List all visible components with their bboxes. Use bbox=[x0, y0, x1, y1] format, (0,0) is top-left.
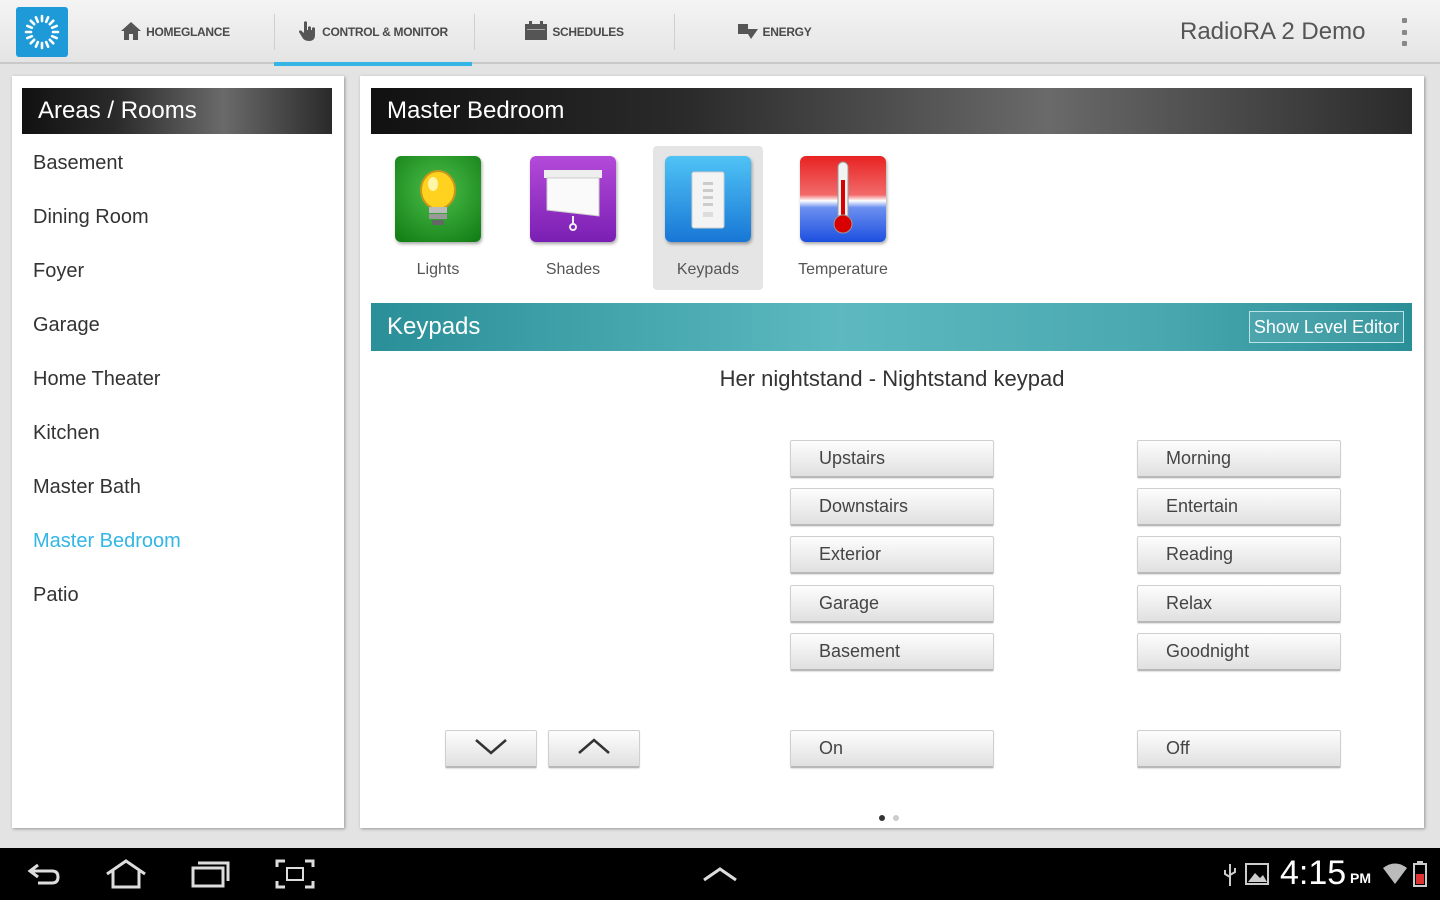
energy-icon bbox=[737, 22, 759, 43]
tab-homeglance[interactable]: HOMEGLANCE bbox=[76, 0, 274, 64]
show-level-editor-button[interactable]: Show Level Editor bbox=[1248, 311, 1404, 343]
category-temperature[interactable]: Temperature bbox=[788, 146, 898, 290]
gallery-icon bbox=[1244, 862, 1270, 891]
keypad-button-exterior[interactable]: Exterior bbox=[790, 536, 994, 574]
keypad-button-entertain[interactable]: Entertain bbox=[1137, 488, 1341, 526]
category-label: Shades bbox=[545, 261, 601, 278]
status-clock: 4:15 bbox=[1280, 854, 1347, 892]
keypad-button-goodnight[interactable]: Goodnight bbox=[1137, 633, 1341, 671]
home-icon[interactable] bbox=[96, 856, 156, 892]
keypad-button-morning[interactable]: Morning bbox=[1137, 440, 1341, 478]
wifi-icon bbox=[1382, 862, 1408, 891]
tab-label: ENERGY bbox=[762, 25, 812, 39]
room-item-garage[interactable]: Garage bbox=[33, 305, 323, 345]
keypad-button-reading[interactable]: Reading bbox=[1137, 536, 1341, 574]
keypads-section-header: Keypads Show Level Editor bbox=[371, 303, 1412, 351]
keypad-name: Her nightstand - Nightstand keypad bbox=[719, 366, 1065, 391]
app-title: RadioRA 2 Demo bbox=[1180, 18, 1366, 45]
keypad-icon bbox=[665, 156, 751, 242]
keypad-button-basement[interactable]: Basement bbox=[790, 633, 994, 671]
room-item-home-theater[interactable]: Home Theater bbox=[33, 359, 323, 399]
overflow-menu-icon[interactable] bbox=[1398, 18, 1410, 46]
page-dot bbox=[893, 815, 899, 821]
category-label: Temperature bbox=[798, 261, 888, 278]
calendar-icon bbox=[524, 20, 548, 44]
keypad-button-garage[interactable]: Garage bbox=[790, 585, 994, 623]
category-label: Keypads bbox=[676, 261, 740, 278]
room-item-master-bath[interactable]: Master Bath bbox=[33, 467, 323, 507]
section-title: Keypads bbox=[387, 313, 481, 340]
tab-schedules[interactable]: SCHEDULES bbox=[474, 0, 674, 64]
lower-button[interactable] bbox=[445, 730, 537, 768]
chevron-up-icon bbox=[576, 736, 612, 761]
page-indicator bbox=[879, 815, 899, 821]
lightbulb-icon bbox=[395, 156, 481, 242]
category-lights[interactable]: Lights bbox=[383, 146, 493, 290]
off-button[interactable]: Off bbox=[1137, 730, 1341, 768]
room-item-dining-room[interactable]: Dining Room bbox=[33, 197, 323, 237]
hand-pointer-icon bbox=[298, 20, 318, 45]
action-bar: HOMEGLANCE CONTROL & MONITOR SCHEDULES E… bbox=[0, 0, 1440, 66]
tab-control-monitor[interactable]: CONTROL & MONITOR bbox=[274, 0, 472, 66]
shade-icon bbox=[530, 156, 616, 242]
raise-button[interactable] bbox=[548, 730, 640, 768]
tab-label: CONTROL & MONITOR bbox=[322, 25, 448, 39]
usb-icon bbox=[1222, 862, 1238, 893]
status-ampm: PM bbox=[1350, 870, 1371, 886]
tab-energy[interactable]: ENERGY bbox=[674, 0, 874, 64]
sunburst-logo-icon[interactable] bbox=[16, 7, 68, 57]
room-title: Master Bedroom bbox=[371, 88, 1412, 134]
keypad-button-upstairs[interactable]: Upstairs bbox=[790, 440, 994, 478]
room-item-master-bedroom[interactable]: Master Bedroom bbox=[33, 521, 323, 561]
chevron-up-icon[interactable] bbox=[690, 856, 750, 892]
room-item-kitchen[interactable]: Kitchen bbox=[33, 413, 323, 453]
battery-icon bbox=[1412, 860, 1428, 893]
category-shades[interactable]: Shades bbox=[518, 146, 628, 290]
home-icon bbox=[120, 21, 142, 44]
screenshot-icon[interactable] bbox=[265, 856, 325, 892]
tab-label: HOMEGLANCE bbox=[146, 25, 230, 39]
room-item-foyer[interactable]: Foyer bbox=[33, 251, 323, 291]
on-button[interactable]: On bbox=[790, 730, 994, 768]
room-item-basement[interactable]: Basement bbox=[33, 143, 323, 183]
keypad-button-relax[interactable]: Relax bbox=[1137, 585, 1341, 623]
thermometer-icon bbox=[800, 156, 886, 242]
room-item-patio[interactable]: Patio bbox=[33, 575, 323, 615]
page-dot-active bbox=[879, 815, 885, 821]
system-navigation-bar: 4:15 PM bbox=[0, 848, 1440, 900]
areas-rooms-panel: Areas / Rooms Basement Dining Room Foyer… bbox=[12, 76, 344, 828]
room-control-panel: Master Bedroom Lights Shades Keypads Tem… bbox=[360, 76, 1424, 828]
chevron-down-icon bbox=[473, 736, 509, 761]
category-keypads[interactable]: Keypads bbox=[653, 146, 763, 290]
category-label: Lights bbox=[416, 261, 460, 278]
keypad-button-downstairs[interactable]: Downstairs bbox=[790, 488, 994, 526]
tab-label: SCHEDULES bbox=[552, 25, 624, 39]
recent-apps-icon[interactable] bbox=[180, 856, 240, 892]
areas-rooms-header: Areas / Rooms bbox=[22, 88, 332, 134]
back-icon[interactable] bbox=[14, 856, 74, 892]
